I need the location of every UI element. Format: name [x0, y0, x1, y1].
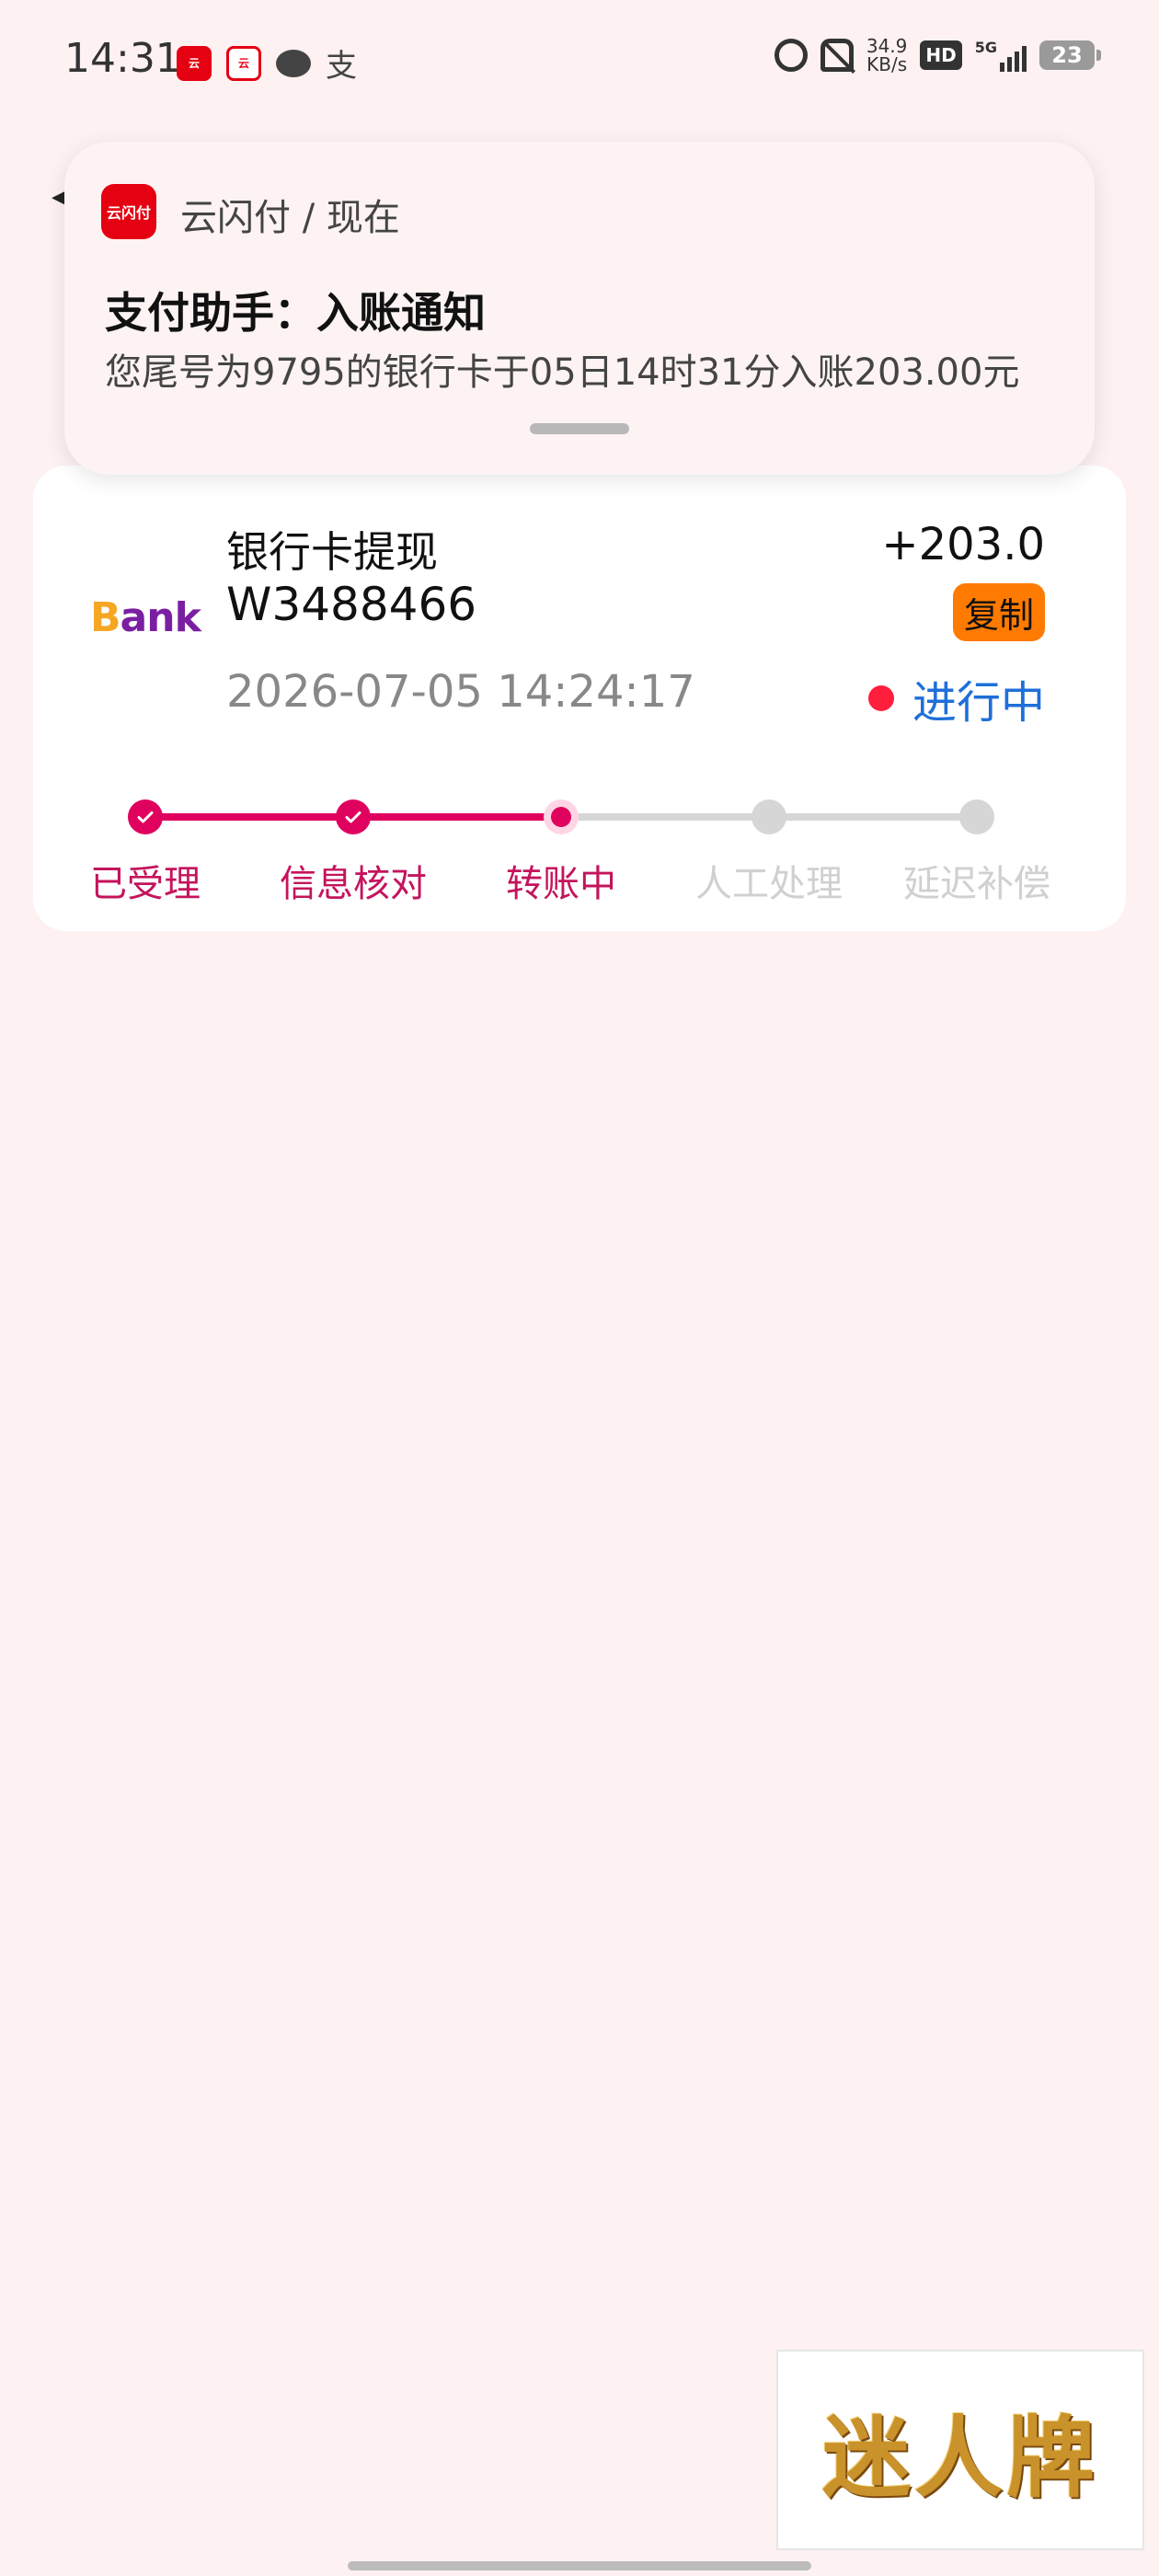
status-time: 14:31	[64, 35, 181, 82]
alipay-icon: 支	[326, 48, 357, 85]
network-speed: 34.9 KB/s	[866, 37, 908, 74]
step-3-current-icon	[544, 799, 579, 834]
transaction-datetime: 2026-07-05 14:24:17	[226, 666, 695, 718]
step-1-label: 已受理	[90, 863, 201, 905]
network-speed-unit: KB/s	[866, 53, 908, 75]
notification-body: 您尾号为9795的银行卡于05日14时31分入账203.00元	[105, 351, 1020, 394]
notification-title: 支付助手：入账通知	[105, 288, 486, 338]
notification-drag-handle[interactable]	[530, 423, 629, 434]
transaction-amount: +203.0	[881, 519, 1045, 570]
status-notification-icons: 云 云 支	[177, 40, 357, 86]
mute-icon	[820, 39, 854, 72]
status-bar: 14:31 云 云 支 34.9 KB/s HD 5G 23	[0, 0, 1159, 120]
copy-button[interactable]: 复制	[952, 583, 1045, 641]
unionpay-app-icon: 云	[177, 45, 212, 81]
network-speed-value: 34.9	[866, 35, 908, 57]
bank-logo-rest: ank	[120, 594, 201, 641]
network-type-label: 5G	[974, 39, 997, 56]
watermark-text: 迷人牌	[822, 2406, 1098, 2510]
step-4-label: 人工处理	[695, 863, 843, 905]
step-5-pending-icon	[959, 799, 994, 834]
unionpay-app-icon-secondary: 云	[226, 45, 261, 81]
message-icon	[276, 49, 311, 77]
payment-notification[interactable]: 云闪付 云闪付 / 现在 支付助手：入账通知 您尾号为9795的银行卡于05日1…	[64, 142, 1095, 475]
bank-logo-initial: B	[90, 594, 121, 641]
step-1-check-icon	[128, 799, 163, 834]
status-text: 进行中	[912, 677, 1045, 729]
step-3-label: 转账中	[506, 863, 616, 905]
watermark-logo: 迷人牌	[776, 2350, 1144, 2550]
alarm-icon	[774, 39, 808, 72]
bank-logo: Bank	[90, 594, 201, 641]
step-2-label: 信息核对	[280, 863, 427, 905]
home-indicator[interactable]	[348, 2561, 811, 2570]
hd-icon: HD	[920, 40, 962, 70]
transaction-title: 银行卡提现	[226, 527, 438, 577]
step-4-pending-icon	[752, 799, 786, 834]
signal-icon: 5G	[975, 39, 1027, 72]
step-5-label: 延迟补偿	[903, 863, 1050, 905]
notification-source: 云闪付 / 现在	[180, 197, 400, 239]
transaction-card: Bank 银行卡提现 W3488466 +203.0 复制 2026-07-05…	[33, 466, 1126, 931]
status-dot-icon	[867, 685, 894, 711]
step-2-check-icon	[336, 799, 371, 834]
transaction-status: 进行中	[867, 666, 1045, 730]
battery-icon: 23	[1039, 40, 1101, 70]
unionpay-logo-icon: 云闪付	[101, 184, 156, 239]
order-id: W3488466	[226, 578, 477, 631]
status-system-icons: 34.9 KB/s HD 5G 23	[774, 37, 1101, 74]
